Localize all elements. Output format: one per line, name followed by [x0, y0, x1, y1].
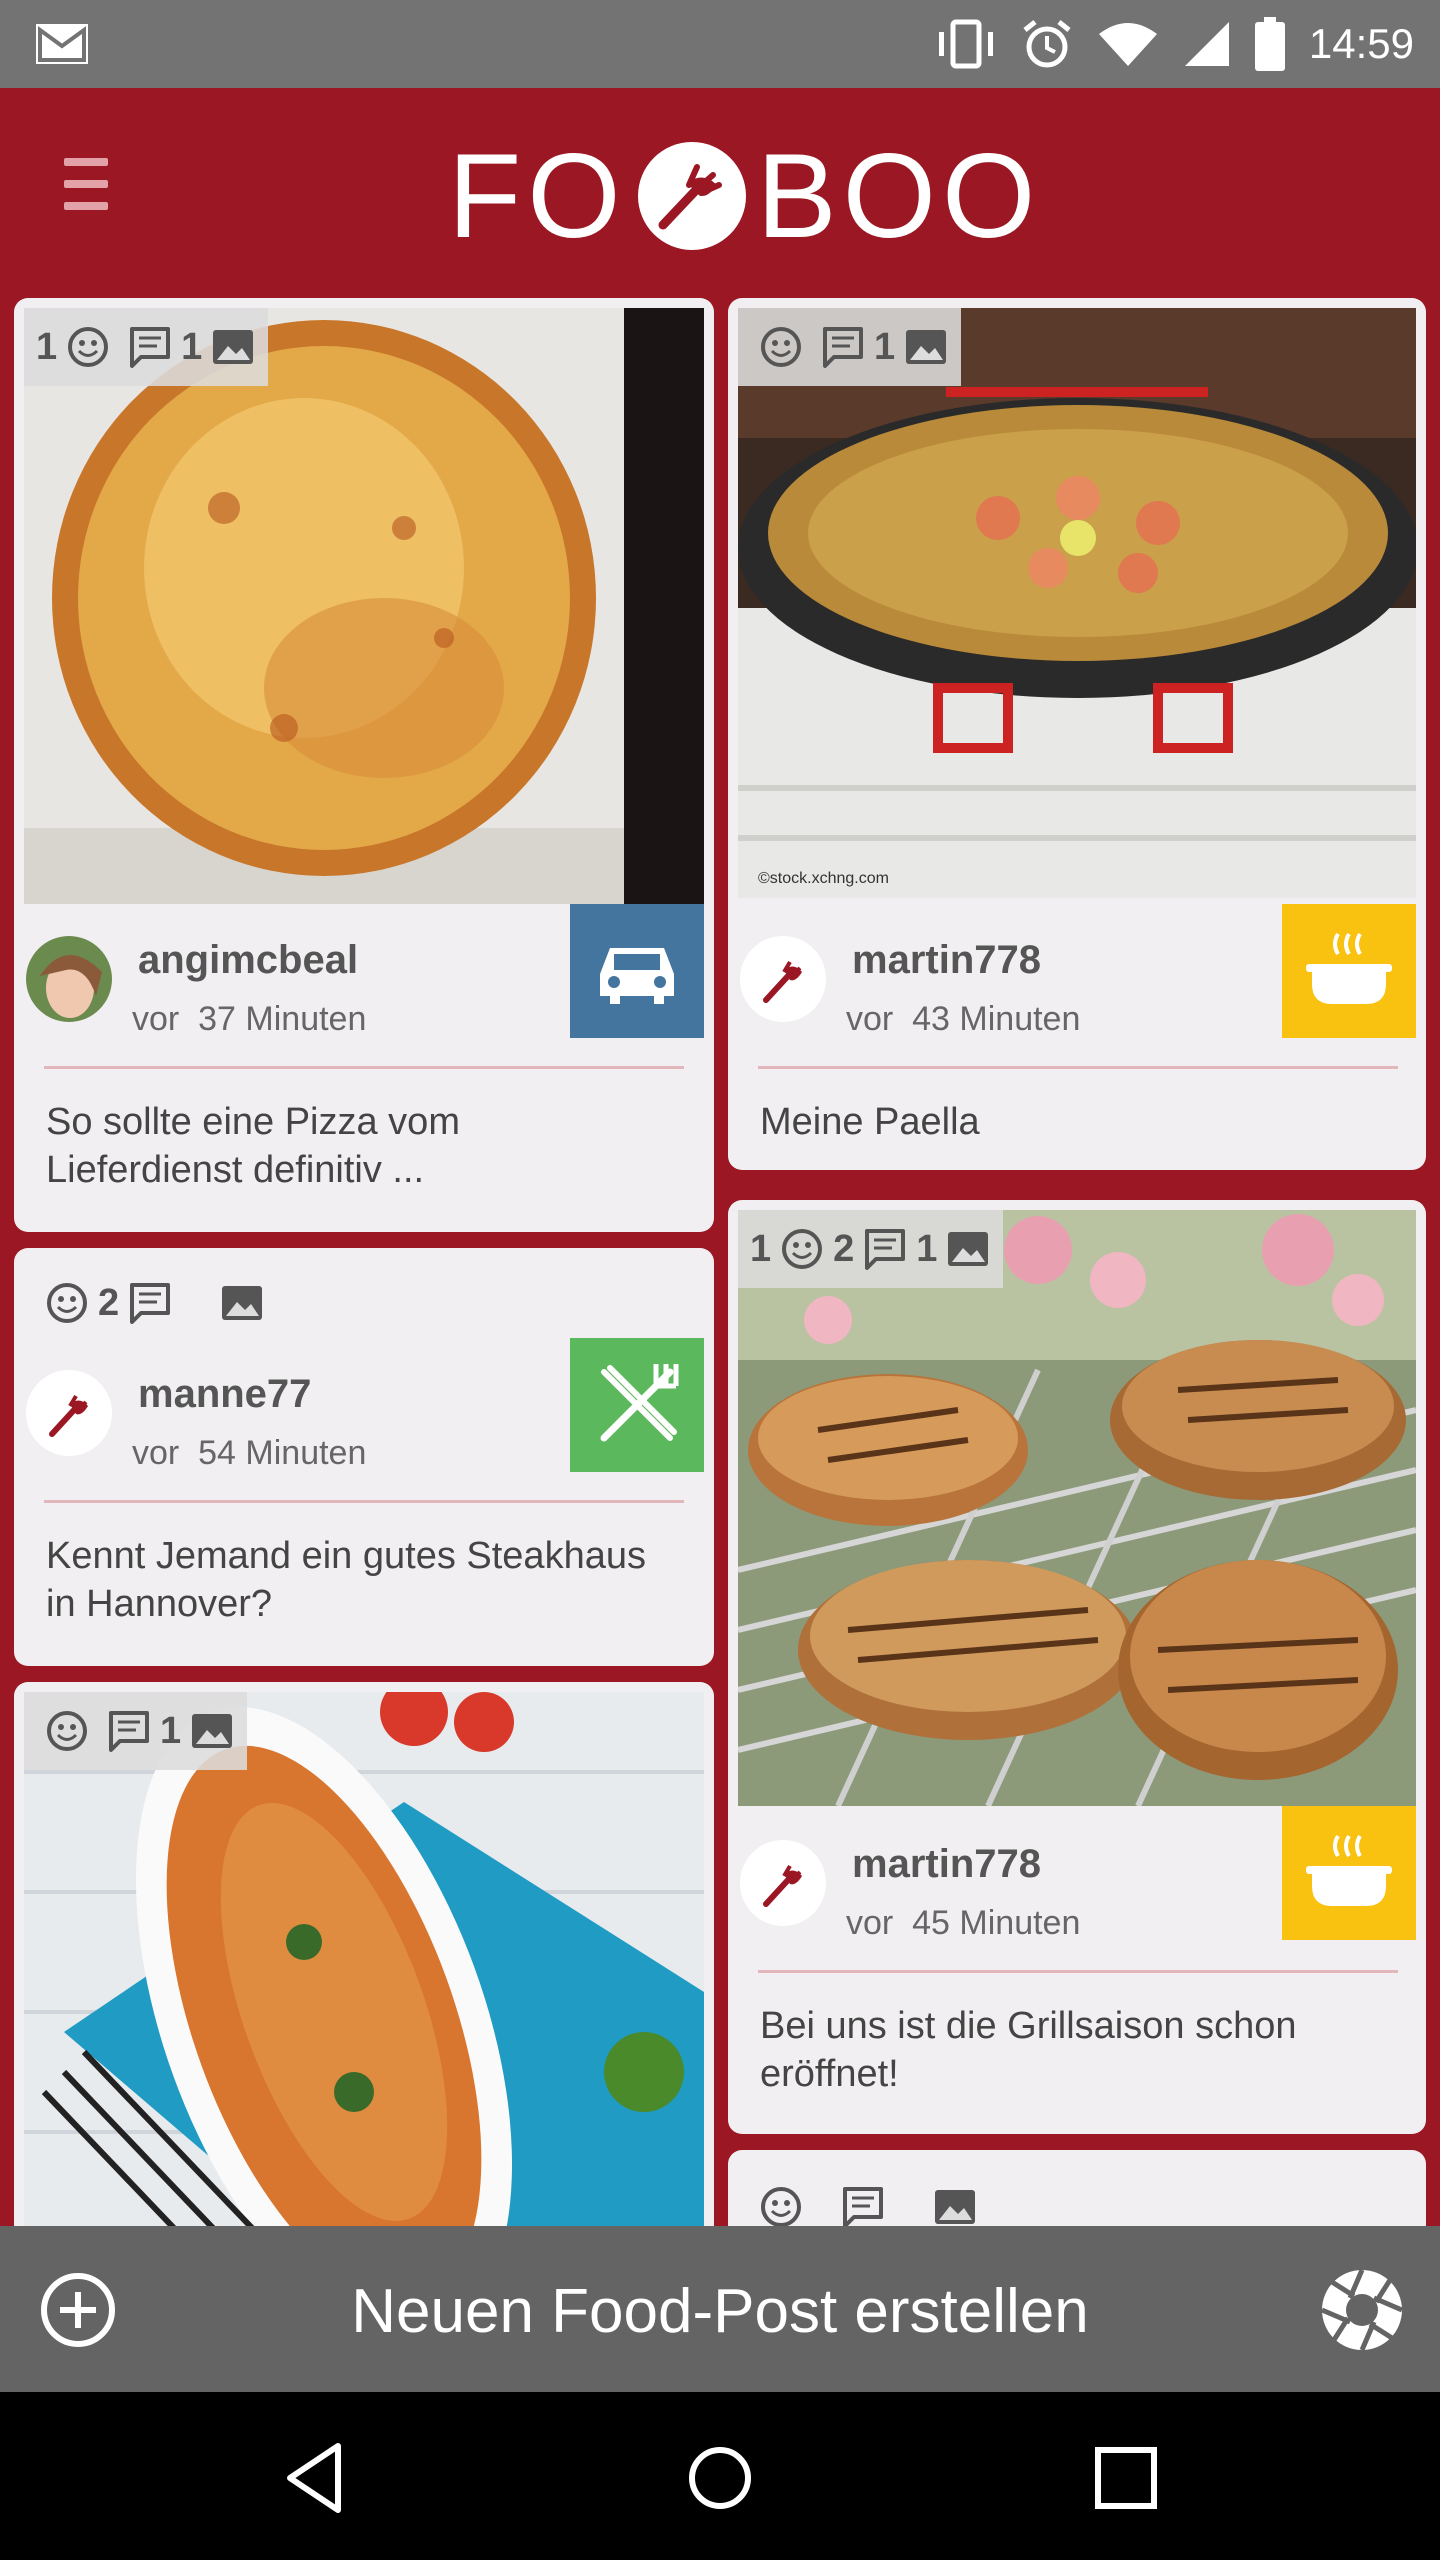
recents-icon[interactable]	[1086, 2438, 1166, 2518]
image-icon	[948, 1232, 989, 1266]
username[interactable]: martin778	[852, 938, 1041, 983]
car-icon	[570, 904, 704, 1038]
image-count: 1	[916, 1227, 938, 1270]
post-card[interactable]: ©stock.xchng.com 1 martin778 vor 43 Minu…	[728, 298, 1426, 1170]
post-card[interactable]: 2 manne77 vor 54 Minuten Kennt Jemand ei…	[14, 1248, 714, 1666]
username[interactable]: manne77	[138, 1372, 311, 1417]
svg-text:©stock.xchng.com: ©stock.xchng.com	[758, 870, 889, 887]
post-time: vor 45 Minuten	[846, 1904, 1081, 1942]
smiley-icon	[761, 327, 801, 367]
post-time: vor 37 Minuten	[132, 1000, 367, 1038]
like-count: 1	[750, 1227, 772, 1270]
divider	[44, 1500, 684, 1503]
post-text[interactable]: Bei uns ist die Grillsaison schon eröffn…	[760, 2002, 1380, 2098]
status-bar: 14:59	[0, 0, 1440, 88]
smiley-icon	[761, 2187, 801, 2226]
smiley-icon	[68, 327, 109, 367]
divider	[758, 1970, 1398, 1973]
like-count: 1	[36, 325, 58, 368]
comment-icon	[843, 2187, 883, 2226]
divider	[758, 1066, 1398, 1069]
signal-icon	[1184, 22, 1229, 66]
pizza-photo[interactable]	[24, 308, 704, 904]
logo-text-left: FO	[448, 129, 627, 264]
battery-icon	[1254, 17, 1285, 71]
image-icon	[935, 2190, 975, 2224]
create-post-bar[interactable]: Neuen Food-Post erstellen	[0, 2226, 1440, 2392]
smiley-icon	[782, 1229, 823, 1269]
post-card[interactable]: 1 2 1 martin778 vor 45 Minuten Bei uns i…	[728, 1200, 1426, 2134]
comment-icon	[865, 1229, 906, 1270]
hamburger-menu-icon[interactable]	[64, 158, 108, 210]
post-stats: 1	[738, 308, 962, 386]
logo-text-right: BOO	[756, 129, 1042, 264]
avatar[interactable]	[740, 1840, 826, 1926]
fooboo-logo: FO BOO	[448, 132, 1108, 256]
food-feed[interactable]: 1 1 angimcbeal vor 37 Minuten So sollte …	[0, 284, 1440, 2226]
camera-shutter-icon[interactable]	[1320, 2268, 1404, 2352]
image-icon	[213, 330, 254, 364]
cooking-pot-icon	[1282, 904, 1416, 1038]
avatar[interactable]	[26, 1370, 112, 1456]
image-count: 1	[160, 1709, 182, 1752]
paella-photo[interactable]: ©stock.xchng.com	[738, 308, 1416, 898]
post-stats: 1	[24, 1692, 248, 1770]
divider	[44, 1066, 684, 1069]
vibrate-icon	[938, 19, 993, 69]
fork-knife-icon	[570, 1338, 704, 1472]
post-stats: 1 2 1	[738, 1210, 1004, 1288]
comment-count: 2	[833, 1227, 855, 1270]
image-icon	[906, 330, 947, 364]
comment-icon	[109, 1711, 149, 1752]
post-stats	[738, 2168, 990, 2226]
gmail-icon	[36, 24, 88, 64]
create-post-label[interactable]: Neuen Food-Post erstellen	[0, 2276, 1440, 2347]
fork-logo-icon	[637, 142, 746, 251]
back-icon[interactable]	[276, 2438, 356, 2518]
grill-photo[interactable]	[738, 1210, 1416, 1806]
smiley-icon	[47, 1711, 87, 1751]
post-time: vor 43 Minuten	[846, 1000, 1081, 1038]
image-icon	[192, 1714, 233, 1748]
comment-icon	[823, 327, 863, 368]
username[interactable]: angimcbeal	[138, 938, 358, 983]
post-card[interactable]: 1	[14, 1682, 714, 2226]
avatar[interactable]	[26, 936, 112, 1022]
comment-count: 2	[98, 1281, 120, 1324]
wifi-icon	[1098, 23, 1157, 66]
image-count: 1	[874, 325, 896, 368]
post-text[interactable]: So sollte eine Pizza vom Lieferdienst de…	[46, 1098, 666, 1194]
image-count: 1	[181, 325, 203, 368]
post-card[interactable]: 1 1 angimcbeal vor 37 Minuten So sollte …	[14, 298, 714, 1232]
cooking-pot-icon	[1282, 1806, 1416, 1940]
post-text[interactable]: Kennt Jemand ein gutes Steakhaus in Hann…	[46, 1532, 666, 1628]
image-icon	[222, 1286, 263, 1320]
system-nav-bar	[0, 2392, 1440, 2560]
app-bar: FO BOO	[0, 88, 1440, 284]
fish-dish-photo[interactable]	[24, 1692, 704, 2226]
comment-icon	[130, 327, 171, 368]
comment-icon	[130, 1283, 171, 1324]
post-time: vor 54 Minuten	[132, 1434, 367, 1472]
post-text[interactable]: Meine Paella	[760, 1098, 1380, 1146]
smiley-icon	[47, 1283, 87, 1323]
avatar[interactable]	[740, 936, 826, 1022]
clock: 14:59	[1308, 20, 1414, 67]
username[interactable]: martin778	[852, 1842, 1041, 1887]
post-card[interactable]	[728, 2150, 1426, 2226]
post-stats: 2	[24, 1264, 277, 1342]
alarm-icon	[1023, 20, 1071, 68]
home-icon[interactable]	[680, 2438, 760, 2518]
post-stats: 1 1	[24, 308, 269, 386]
